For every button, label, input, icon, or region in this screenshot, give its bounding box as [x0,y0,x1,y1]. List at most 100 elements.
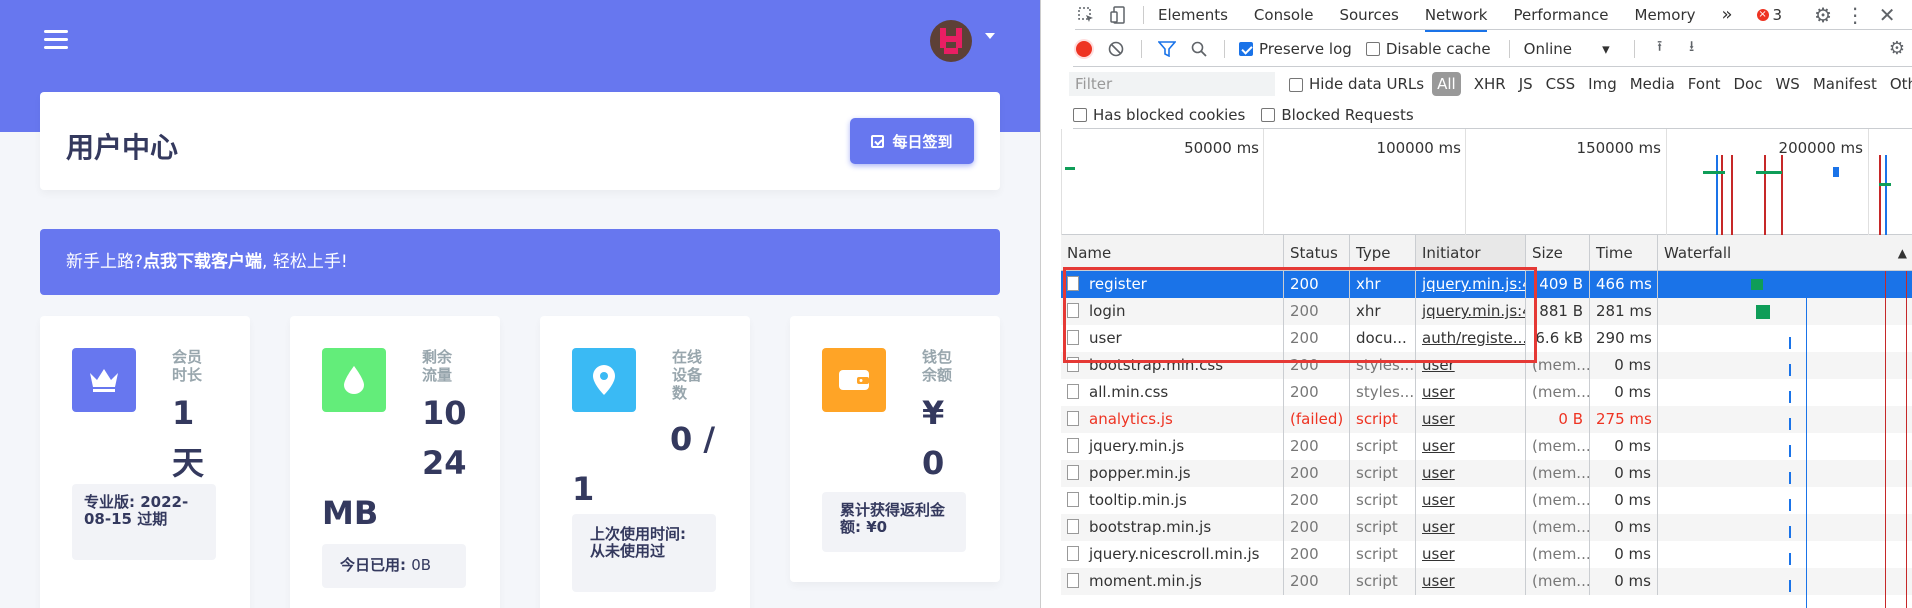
devtools-panel: Elements Console Sources Network Perform… [1040,0,1912,608]
cell-waterfall [1658,406,1912,433]
tab-elements[interactable]: Elements [1158,6,1228,24]
blocked-requests-checkbox[interactable]: Blocked Requests [1261,106,1414,124]
tab-network[interactable]: Network [1424,6,1488,32]
daily-checkin-button[interactable]: 每日签到 [850,118,974,164]
filter-type-img[interactable]: Img [1588,75,1617,93]
cell-name[interactable]: jquery.min.js [1061,433,1284,460]
cell-initiator[interactable]: jquery.min.js:4 [1416,271,1526,298]
tab-console[interactable]: Console [1254,6,1314,24]
request-row[interactable]: popper.min.js 200 script user (mem... 0 ms [1061,460,1912,487]
request-row[interactable]: jquery.nicescroll.min.js 200 script user (me… [1061,541,1912,568]
export-har-icon[interactable]: ⭳ [1681,37,1703,60]
user-avatar[interactable] [930,20,972,62]
device-toolbar-icon[interactable] [1107,4,1129,26]
filter-type-xhr[interactable]: XHR [1474,75,1506,93]
filter-type-media[interactable]: Media [1630,75,1675,93]
cell-name[interactable]: analytics.js [1061,406,1284,433]
size-text: 0 B [1558,410,1583,428]
cell-initiator[interactable]: user [1416,514,1526,541]
tab-performance[interactable]: Performance [1513,6,1608,24]
filter-type-manifest[interactable]: Manifest [1813,75,1877,93]
column-header-waterfall[interactable]: Waterfall ▲ [1658,235,1912,271]
request-row[interactable]: tooltip.min.js 200 script user (mem... 0 ms [1061,487,1912,514]
overview-domcontentloaded-line [1885,155,1887,235]
cell-status: 200 [1284,487,1350,514]
request-row[interactable]: all.min.css 200 styles... user (mem... 0 ms [1061,379,1912,406]
request-row[interactable]: jquery.min.js 200 script user (mem... 0 ms [1061,433,1912,460]
request-row[interactable]: register 200 xhr jquery.min.js:4 409 B 466 ms [1061,271,1912,298]
cell-initiator[interactable]: user [1416,541,1526,568]
cell-initiator[interactable]: jquery.min.js:4 [1416,298,1526,325]
column-header-status[interactable]: Status [1284,235,1350,271]
search-icon[interactable] [1188,38,1210,60]
cell-type: script [1350,487,1416,514]
cell-name[interactable]: all.min.css [1061,379,1284,406]
preserve-log-checkbox[interactable]: Preserve log [1239,40,1352,58]
request-row[interactable]: analytics.js (failed) script user 0 B 275 ms [1061,406,1912,433]
request-row[interactable]: bootstrap.min.js 200 script user (mem... 0 ms [1061,514,1912,541]
filter-type-ws[interactable]: WS [1775,75,1799,93]
error-badge[interactable]: × 3 [1756,5,1783,24]
separator [1141,39,1142,58]
cell-name[interactable]: login [1061,298,1284,325]
filter-type-other[interactable]: Other [1890,75,1912,93]
more-tabs-button[interactable]: » [1722,4,1733,25]
chevron-down-icon[interactable] [985,33,995,39]
column-header-type[interactable]: Type [1350,235,1416,271]
hide-data-urls-checkbox[interactable]: Hide data URLs [1289,75,1424,93]
request-row[interactable]: moment.min.js 200 script user (mem... 0 ms [1061,568,1912,595]
close-icon[interactable]: ✕ [1876,3,1898,27]
cell-name[interactable]: popper.min.js [1061,460,1284,487]
import-har-icon[interactable]: ⭱ [1649,37,1671,60]
cell-initiator[interactable]: user [1416,460,1526,487]
request-row[interactable]: bootstrap.min.css 200 styles... user (mem...… [1061,352,1912,379]
cell-initiator[interactable]: user [1416,487,1526,514]
filter-type-font[interactable]: Font [1688,75,1721,93]
throttling-select[interactable]: Online ▾ [1524,40,1610,58]
cell-time: 281 ms [1590,298,1658,325]
cell-name[interactable]: user [1061,325,1284,352]
cell-initiator[interactable]: auth/registe... [1416,325,1526,352]
filter-type-doc[interactable]: Doc [1733,75,1762,93]
request-row[interactable]: login 200 xhr jquery.min.js:4 881 B 281 ms [1061,298,1912,325]
settings-gear-icon[interactable]: ⚙ [1812,3,1834,27]
hamburger-menu-icon[interactable] [44,30,68,52]
cell-name[interactable]: moment.min.js [1061,568,1284,595]
column-header-size[interactable]: Size [1526,235,1590,271]
cell-name[interactable]: register [1061,271,1284,298]
inspect-element-icon[interactable] [1075,4,1097,26]
kebab-menu-icon[interactable]: ⋮ [1844,3,1866,27]
column-header-time[interactable]: Time [1590,235,1658,271]
record-icon[interactable] [1073,38,1095,60]
cell-name[interactable]: bootstrap.min.css [1061,352,1284,379]
network-overview-timeline[interactable]: 50000 ms 100000 ms 150000 ms 200000 ms [1061,129,1912,235]
filter-type-js[interactable]: JS [1519,75,1533,93]
has-blocked-cookies-checkbox[interactable]: Has blocked cookies [1073,106,1245,124]
request-row[interactable]: user 200 docu... auth/registe... 6.6 kB 290 m… [1061,325,1912,352]
cell-type: xhr [1350,271,1416,298]
filter-funnel-icon[interactable] [1156,38,1178,60]
column-header-name[interactable]: Name [1061,235,1284,271]
tab-sources[interactable]: Sources [1339,6,1398,24]
disable-cache-checkbox[interactable]: Disable cache [1365,40,1491,58]
column-header-initiator[interactable]: Initiator [1416,235,1526,271]
cell-name[interactable]: tooltip.min.js [1061,487,1284,514]
cell-time: 0 ms [1590,379,1658,406]
cell-initiator[interactable]: user [1416,352,1526,379]
filter-type-css[interactable]: CSS [1546,75,1576,93]
cell-initiator[interactable]: user [1416,433,1526,460]
cell-initiator[interactable]: user [1416,406,1526,433]
network-settings-gear-icon[interactable]: ⚙ [1886,38,1908,60]
filter-type-all[interactable]: All [1432,72,1461,96]
error-count: 3 [1772,5,1783,24]
cell-name[interactable]: jquery.nicescroll.min.js [1061,541,1284,568]
filter-input[interactable] [1069,72,1275,96]
download-client-link[interactable]: 点我下载客户端 [143,252,262,272]
tab-memory[interactable]: Memory [1635,6,1696,24]
cell-name[interactable]: bootstrap.min.js [1061,514,1284,541]
clear-icon[interactable] [1105,38,1127,60]
cell-initiator[interactable]: user [1416,379,1526,406]
cell-initiator[interactable]: user [1416,568,1526,595]
error-icon: × [1756,8,1769,21]
status-text: 200 [1290,572,1319,590]
